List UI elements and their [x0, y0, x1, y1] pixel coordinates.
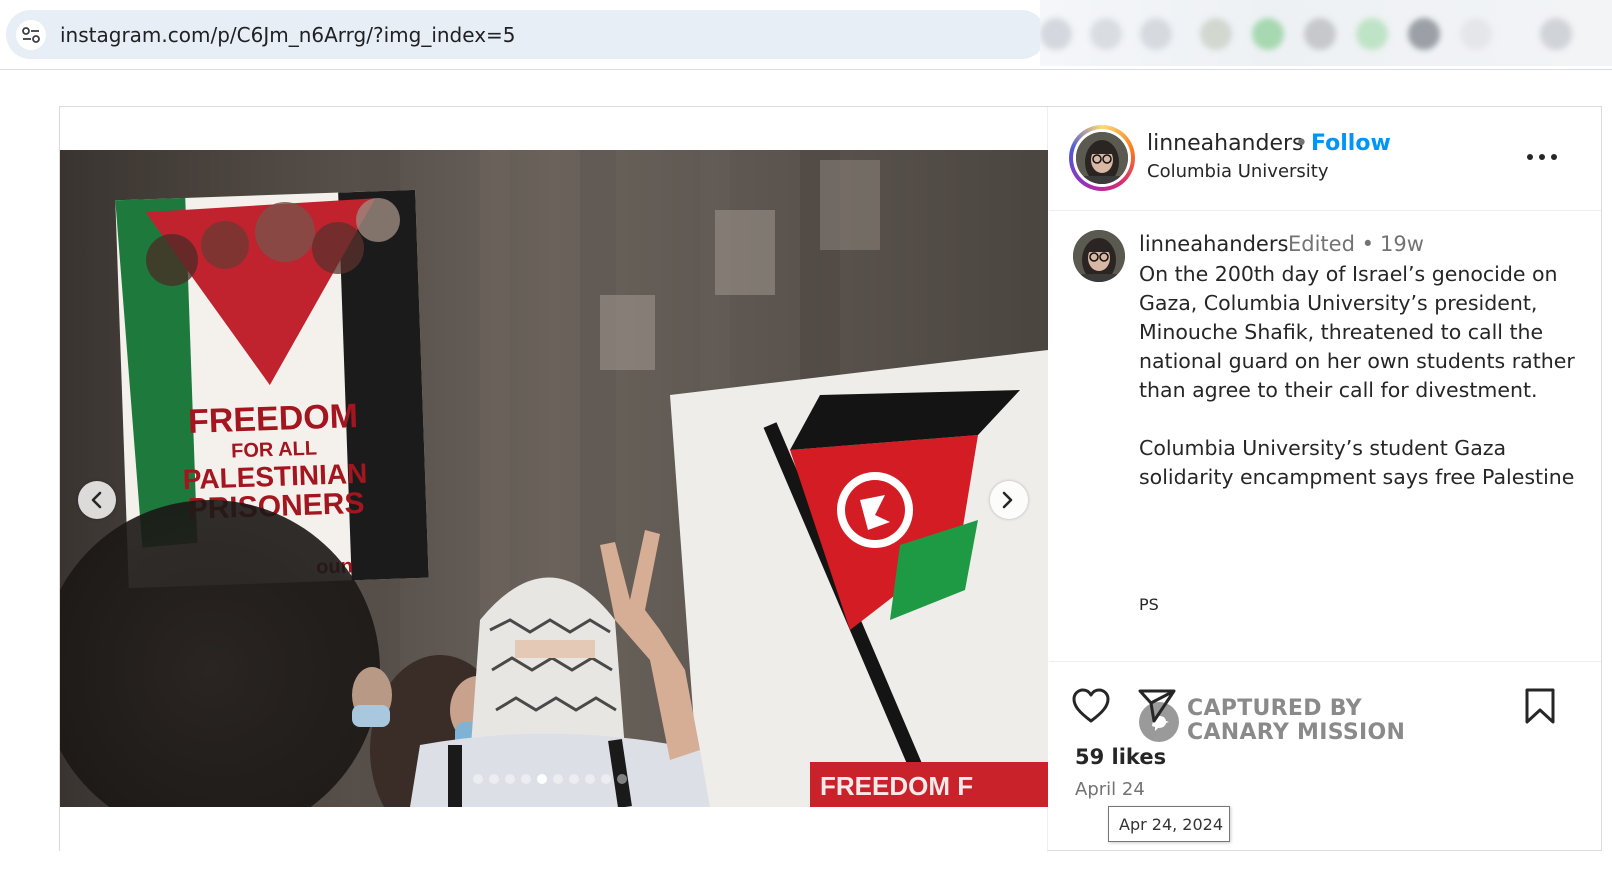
extension-icon[interactable] — [1460, 18, 1492, 50]
carousel-dot — [585, 774, 595, 784]
carousel-dot — [505, 774, 515, 784]
carousel-next-button[interactable] — [990, 481, 1028, 519]
post-header: linneahanders • Follow Columbia Universi… — [1049, 107, 1601, 211]
bookmark-icon[interactable] — [1523, 687, 1557, 725]
flag-banner: FREEDOM F — [670, 350, 1048, 807]
story-ring[interactable] — [1069, 125, 1135, 191]
date-tooltip: Apr 24, 2024 — [1108, 806, 1230, 842]
caption-ps: PS — [1139, 595, 1159, 614]
eyes — [515, 640, 595, 658]
share-paper-plane-icon[interactable] — [1137, 687, 1177, 725]
protest-photo: FREEDOM FOR ALL PALESTINIAN PRISONERS ou… — [60, 150, 1048, 807]
extension-icon[interactable] — [1540, 18, 1572, 50]
caption-avatar[interactable] — [1073, 230, 1125, 282]
extension-icon[interactable] — [1140, 18, 1172, 50]
post-media: FREEDOM FOR ALL PALESTINIAN PRISONERS ou… — [60, 107, 1048, 852]
air-conditioner — [820, 160, 880, 250]
air-conditioner — [600, 295, 655, 370]
extension-icon[interactable] — [1252, 18, 1284, 50]
carousel-dot — [489, 774, 499, 784]
caption-text: On the 200th day of Israel’s genocide on… — [1139, 260, 1579, 492]
likes-count[interactable]: 59 likes — [1075, 745, 1166, 769]
carousel-dot — [473, 774, 483, 784]
carousel-dot — [521, 774, 531, 784]
carousel-dot — [553, 774, 563, 784]
air-conditioner — [715, 210, 775, 295]
face-mask — [352, 705, 390, 727]
address-bar[interactable]: instagram.com/p/C6Jm_n6Arrg/?img_index=5 — [6, 10, 1046, 59]
browser-toolbar: instagram.com/p/C6Jm_n6Arrg/?img_index=5 — [0, 0, 1612, 70]
extension-icon[interactable] — [1304, 18, 1336, 50]
more-options-icon[interactable] — [1525, 151, 1559, 163]
sign-line-2: FOR ALL — [231, 437, 318, 462]
banner-text: FREEDOM F — [820, 771, 973, 801]
post-photo: FREEDOM FOR ALL PALESTINIAN PRISONERS ou… — [60, 150, 1048, 807]
avatar-image — [1073, 230, 1125, 282]
extension-icon[interactable] — [1200, 18, 1232, 50]
post-location[interactable]: Columbia University — [1147, 161, 1329, 182]
caption-timestamp[interactable]: 19w — [1380, 232, 1424, 256]
post-author-username[interactable]: linneahanders — [1147, 131, 1304, 156]
extension-icon[interactable] — [1090, 18, 1122, 50]
carousel-dot — [601, 774, 611, 784]
post-date[interactable]: April 24 — [1075, 779, 1145, 800]
like-heart-icon[interactable] — [1071, 687, 1111, 725]
site-info-button[interactable] — [16, 20, 46, 50]
carousel-dot — [537, 774, 547, 784]
edited-label: Edited • — [1288, 232, 1374, 256]
extension-icon[interactable] — [1356, 18, 1388, 50]
carousel-dot — [617, 774, 627, 784]
chevron-right-icon — [1002, 491, 1013, 509]
extensions-area-blurred — [1040, 0, 1612, 66]
instagram-post: FREEDOM FOR ALL PALESTINIAN PRISONERS ou… — [59, 106, 1602, 852]
extension-icon[interactable] — [1040, 18, 1072, 50]
carousel-indicators — [473, 774, 627, 784]
extension-icon[interactable] — [1408, 18, 1440, 50]
post-side-panel: linneahanders • Follow Columbia Universi… — [1049, 107, 1601, 852]
tune-icon — [22, 27, 40, 43]
avatar[interactable] — [1076, 132, 1128, 184]
chevron-left-icon — [91, 491, 102, 509]
caption-paragraph: On the 200th day of Israel’s genocide on… — [1139, 262, 1575, 402]
url-text[interactable]: instagram.com/p/C6Jm_n6Arrg/?img_index=5 — [60, 23, 516, 47]
caption-username[interactable]: linneahanders — [1139, 232, 1288, 256]
carousel-dot — [569, 774, 579, 784]
post-caption: linneahanders Edited • 19w On the 200th … — [1049, 212, 1601, 745]
follow-button[interactable]: Follow — [1311, 131, 1391, 156]
sign-line-1: FREEDOM — [187, 397, 358, 441]
avatar-image — [1076, 132, 1128, 184]
caption-paragraph: Columbia University’s student Gaza solid… — [1139, 436, 1575, 489]
separator-dot: • — [1295, 131, 1308, 156]
carousel-prev-button[interactable] — [78, 481, 116, 519]
